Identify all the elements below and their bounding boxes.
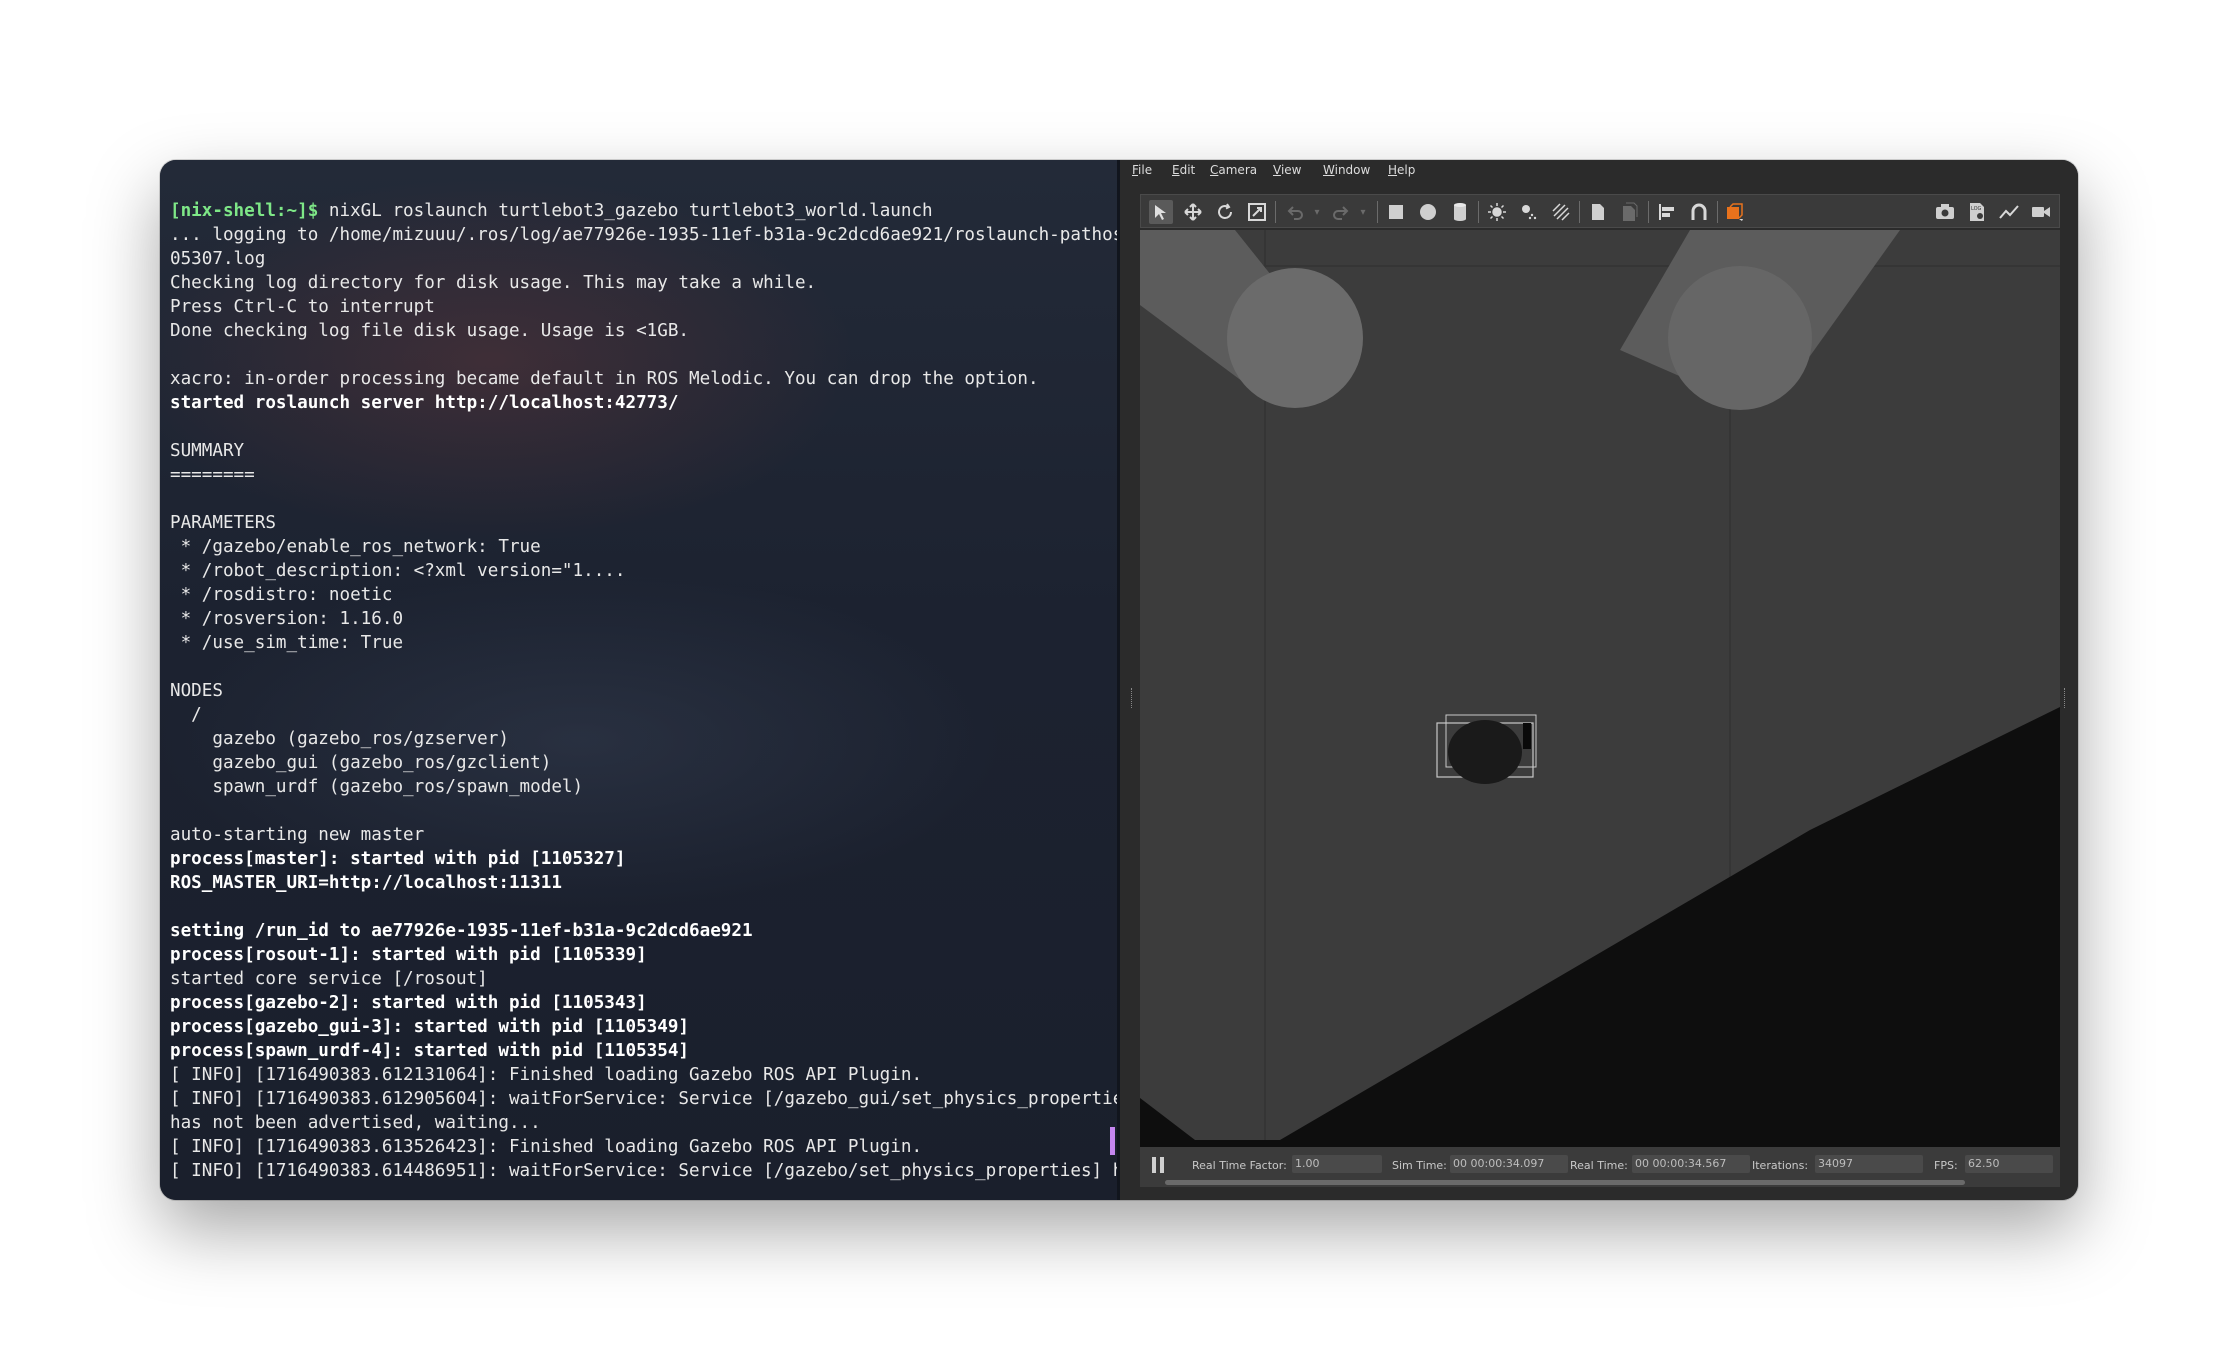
undo-dropdown-icon[interactable]: ▾ bbox=[1305, 200, 1329, 224]
box-shape-icon[interactable] bbox=[1384, 200, 1408, 224]
menu-bar: File Edit Camera View Window Help bbox=[1120, 160, 2078, 182]
spot-light-icon[interactable] bbox=[1517, 200, 1541, 224]
terminal-line: Press Ctrl-C to interrupt bbox=[170, 297, 435, 317]
select-mode-icon[interactable] bbox=[1149, 200, 1173, 224]
terminal-line: * /rosversion: 1.16.0 bbox=[170, 609, 404, 629]
snap-magnet-icon[interactable] bbox=[1687, 200, 1711, 224]
terminal-line: * /use_sim_time: True bbox=[170, 633, 404, 653]
align-icon[interactable] bbox=[1655, 200, 1679, 224]
menu-help[interactable]: Help bbox=[1388, 163, 1415, 177]
terminal-line: ======== bbox=[170, 465, 255, 485]
menu-edit[interactable]: Edit bbox=[1172, 163, 1195, 177]
pause-icon[interactable] bbox=[1152, 1157, 1164, 1173]
terminal-line: PARAMETERS bbox=[170, 513, 276, 533]
fps-value: 62.50 bbox=[1965, 1155, 2053, 1173]
sim-time-value: 00 00:00:34.097 bbox=[1450, 1155, 1568, 1173]
iterations-value: 34097 bbox=[1815, 1155, 1923, 1173]
screenshot-icon[interactable] bbox=[1933, 200, 1957, 224]
redo-icon[interactable] bbox=[1329, 200, 1353, 224]
terminal-line: gazebo (gazebo_ros/gzserver) bbox=[170, 729, 509, 749]
terminal-line: has not been advertised, waiting... bbox=[170, 1113, 541, 1133]
terminal-command-line: [nix-shell:~]$ nixGL roslaunch turtlebot… bbox=[170, 199, 1117, 223]
redo-dropdown-icon[interactable]: ▾ bbox=[1351, 200, 1375, 224]
terminal-line: * /gazebo/enable_ros_network: True bbox=[170, 537, 541, 557]
terminal-line: started core service [/rosout] bbox=[170, 969, 488, 989]
terminal-line: [ INFO] [1716490383.614486951]: waitForS… bbox=[170, 1161, 1145, 1181]
gazebo-window: File Edit Camera View Window Help ▾ ▾ LO… bbox=[1120, 160, 2078, 1200]
menu-camera[interactable]: Camera bbox=[1210, 163, 1257, 177]
status-scrollbar[interactable] bbox=[1165, 1180, 1965, 1185]
terminal-line: SUMMARY bbox=[170, 441, 245, 461]
shell-command: nixGL roslaunch turtlebot3_gazebo turtle… bbox=[318, 201, 933, 221]
log-icon[interactable]: LOG bbox=[1965, 200, 1989, 224]
video-record-icon[interactable] bbox=[2029, 200, 2053, 224]
iterations-label: Iterations: bbox=[1752, 1159, 1809, 1172]
directional-light-icon[interactable] bbox=[1549, 200, 1573, 224]
terminal-line: spawn_urdf (gazebo_ros/spawn_model) bbox=[170, 777, 584, 797]
fps-label: FPS: bbox=[1934, 1159, 1958, 1172]
sim-time-label: Sim Time: bbox=[1392, 1159, 1447, 1172]
terminal-line: [ INFO] [1716490383.612131064]: Finished… bbox=[170, 1065, 923, 1085]
terminal-line: [ INFO] [1716490383.612905604]: waitForS… bbox=[170, 1089, 1145, 1109]
menu-window[interactable]: Window bbox=[1323, 163, 1370, 177]
terminal-line: [ INFO] [1716490383.613526423]: Finished… bbox=[170, 1137, 923, 1157]
rotate-mode-icon[interactable] bbox=[1213, 200, 1237, 224]
terminal-line: process[spawn_urdf-4]: started with pid … bbox=[170, 1041, 690, 1061]
terminal-line: gazebo_gui (gazebo_ros/gzclient) bbox=[170, 753, 552, 773]
scene-viewport[interactable] bbox=[1140, 230, 2060, 1147]
terminal-line: Done checking log file disk usage. Usage… bbox=[170, 321, 690, 341]
terminal-pane[interactable]: [nix-shell:~]$ nixGL roslaunch turtlebot… bbox=[160, 160, 1156, 1200]
paste-icon[interactable] bbox=[1618, 200, 1642, 224]
terminal-line: process[gazebo_gui-3]: started with pid … bbox=[170, 1017, 690, 1037]
terminal-line: NODES bbox=[170, 681, 223, 701]
turtlebot-robot bbox=[1448, 720, 1522, 784]
real-time-label: Real Time: bbox=[1570, 1159, 1628, 1172]
terminal-line: Checking log directory for disk usage. T… bbox=[170, 273, 817, 293]
terminal-line: started roslaunch server http://localhos… bbox=[170, 393, 679, 413]
status-bar: Real Time Factor: 1.00 Sim Time: 00 00:0… bbox=[1140, 1147, 2060, 1187]
left-panel-splitter[interactable] bbox=[1131, 688, 1134, 708]
terminal-line: ROS_MASTER_URI=http://localhost:11311 bbox=[170, 873, 562, 893]
svg-text:LOG: LOG bbox=[1971, 206, 1982, 212]
terminal-line: * /rosdistro: noetic bbox=[170, 585, 393, 605]
rtf-label: Real Time Factor: bbox=[1192, 1159, 1287, 1172]
shell-prompt: [nix-shell:~]$ bbox=[170, 201, 319, 221]
menu-file[interactable]: File bbox=[1132, 163, 1152, 177]
terminal-line: auto-starting new master bbox=[170, 825, 425, 845]
terminal-line: process[gazebo-2]: started with pid [110… bbox=[170, 993, 647, 1013]
desktop-window: [nix-shell:~]$ nixGL roslaunch turtlebot… bbox=[160, 160, 2078, 1200]
sphere-shape-icon[interactable] bbox=[1416, 200, 1440, 224]
undo-icon[interactable] bbox=[1283, 200, 1307, 224]
terminal-cursor bbox=[1110, 1127, 1115, 1155]
copy-icon[interactable] bbox=[1586, 200, 1610, 224]
menu-view[interactable]: View bbox=[1273, 163, 1301, 177]
terminal-line: 05307.log bbox=[170, 249, 266, 269]
cylinder-shape-icon[interactable] bbox=[1448, 200, 1472, 224]
terminal-output: ... logging to /home/mizuuu/.ros/log/ae7… bbox=[170, 223, 1156, 1183]
terminal-line: process[rosout-1]: started with pid [110… bbox=[170, 945, 647, 965]
scene-render bbox=[1140, 230, 2060, 1147]
scale-mode-icon[interactable] bbox=[1245, 200, 1269, 224]
terminal-line: / bbox=[170, 705, 202, 725]
right-panel-splitter[interactable] bbox=[2064, 688, 2067, 708]
point-light-icon[interactable] bbox=[1485, 200, 1509, 224]
terminal-line: xacro: in-order processing became defaul… bbox=[170, 369, 1039, 389]
toolbar: ▾ ▾ LOG bbox=[1140, 194, 2060, 228]
plot-icon[interactable] bbox=[1997, 200, 2021, 224]
translate-mode-icon[interactable] bbox=[1181, 200, 1205, 224]
terminal-line: setting /run_id to ae77926e-1935-11ef-b3… bbox=[170, 921, 753, 941]
rtf-value: 1.00 bbox=[1292, 1155, 1382, 1173]
real-time-value: 00 00:00:34.567 bbox=[1632, 1155, 1750, 1173]
terminal-line: process[master]: started with pid [11053… bbox=[170, 849, 626, 869]
terminal-line: ... logging to /home/mizuuu/.ros/log/ae7… bbox=[170, 225, 1156, 245]
change-view-icon[interactable] bbox=[1724, 200, 1748, 224]
terminal-line: * /robot_description: <?xml version="1..… bbox=[170, 561, 626, 581]
